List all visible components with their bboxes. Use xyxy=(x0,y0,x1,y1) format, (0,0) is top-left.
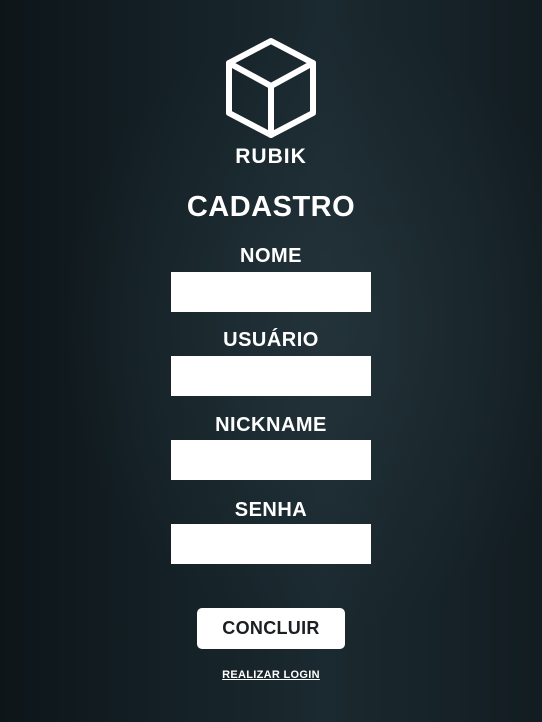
username-label: USUÁRIO xyxy=(223,329,319,351)
submit-button[interactable]: CONCLUIR xyxy=(197,608,345,649)
brand-name: RUBIK xyxy=(235,145,307,168)
page-title: CADASTRO xyxy=(186,191,356,223)
username-input[interactable] xyxy=(171,356,371,396)
password-label: SENHA xyxy=(234,499,308,521)
nickname-label: NICKNAME xyxy=(215,414,327,436)
password-input[interactable] xyxy=(171,524,371,564)
nickname-input[interactable] xyxy=(171,440,371,480)
signup-page: RUBIK CADASTRO NOME USUÁRIO NICKNAME SEN… xyxy=(0,0,542,722)
cube-icon xyxy=(226,38,316,138)
name-input[interactable] xyxy=(171,272,371,312)
login-link[interactable]: REALIZAR LOGIN xyxy=(0,669,542,681)
name-label: NOME xyxy=(240,245,302,267)
